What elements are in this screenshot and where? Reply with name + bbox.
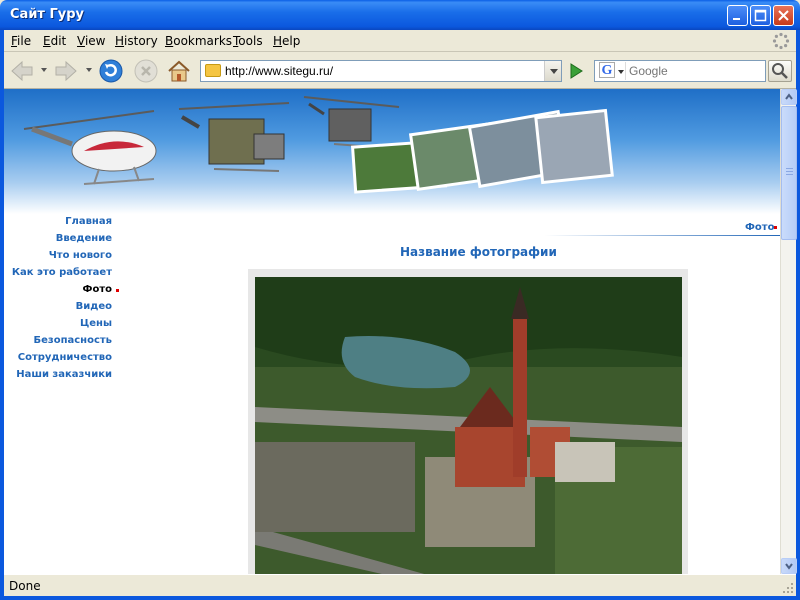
engine-dropdown-icon: [618, 70, 624, 74]
menu-tools[interactable]: Tools: [233, 34, 263, 48]
vertical-scrollbar[interactable]: [780, 89, 797, 574]
address-url[interactable]: http://www.sitegu.ru/: [225, 64, 333, 78]
minimize-icon: [733, 18, 740, 20]
sidebar-item-prices[interactable]: Цены: [80, 318, 112, 329]
page-viewport: Главная Введение Что нового Как это рабо…: [4, 89, 780, 574]
search-box[interactable]: G: [594, 60, 766, 82]
sidebar-item-main[interactable]: Главная: [65, 216, 112, 227]
menu-bar: File Edit View History Bookmarks Tools H…: [4, 30, 796, 52]
sidebar-item-customers[interactable]: Наши заказчики: [16, 369, 112, 380]
helicopter-image: [178, 102, 290, 172]
menu-edit[interactable]: Edit: [43, 34, 66, 48]
window-titlebar[interactable]: Сайт Гуру: [0, 0, 800, 30]
banner-graphic: [23, 96, 614, 194]
scroll-down-button[interactable]: [781, 558, 797, 574]
address-bar[interactable]: http://www.sitegu.ru/: [200, 60, 562, 82]
search-engine-selector[interactable]: G: [596, 62, 626, 80]
resize-grip-icon[interactable]: [782, 582, 794, 594]
chevron-down-icon: [785, 563, 793, 570]
helicopter-image: [303, 96, 400, 148]
sidebar-item-video[interactable]: Видео: [76, 301, 112, 312]
breadcrumb-divider: [544, 235, 780, 236]
scroll-up-button[interactable]: [781, 89, 797, 105]
window-frame-bottom: [0, 596, 800, 600]
close-button[interactable]: [773, 5, 794, 26]
back-icon[interactable]: [8, 57, 36, 85]
go-icon[interactable]: [566, 61, 586, 81]
google-icon: G: [599, 62, 615, 78]
sidebar-item-cooperation[interactable]: Сотрудничество: [18, 352, 112, 363]
menu-help[interactable]: Help: [273, 34, 300, 48]
breadcrumb-marker-icon: [774, 226, 777, 229]
status-text: Done: [9, 579, 41, 593]
sidebar-item-intro[interactable]: Введение: [56, 233, 112, 244]
back-dropdown-icon[interactable]: [41, 68, 47, 72]
search-button[interactable]: [768, 60, 792, 82]
stop-icon[interactable]: [132, 57, 160, 85]
reload-icon[interactable]: [97, 57, 125, 85]
throbber-icon: [772, 32, 790, 50]
status-bar: Done: [4, 574, 796, 596]
navigation-toolbar: http://www.sitegu.ru/ G: [4, 53, 796, 89]
menu-bookmarks[interactable]: Bookmarks: [165, 34, 232, 48]
chevron-up-icon: [785, 93, 793, 100]
active-marker-icon: [116, 289, 119, 292]
address-dropdown-icon[interactable]: [544, 61, 561, 81]
breadcrumb[interactable]: Фото: [745, 222, 774, 233]
photo-collage-image: [350, 108, 614, 194]
sidebar-item-safety[interactable]: Безопасность: [34, 335, 113, 346]
aerial-photo-image: [255, 277, 682, 574]
sidebar-item-how-works[interactable]: Как это работает: [12, 267, 112, 278]
window-title: Сайт Гуру: [10, 7, 85, 22]
close-icon: [778, 10, 789, 21]
site-banner: [4, 89, 780, 214]
menu-history[interactable]: History: [115, 34, 158, 48]
maximize-icon: [754, 9, 767, 22]
menu-file[interactable]: File: [11, 34, 31, 48]
menu-view[interactable]: View: [77, 34, 105, 48]
photo-title: Название фотографии: [400, 245, 557, 259]
forward-dropdown-icon[interactable]: [86, 68, 92, 72]
search-input[interactable]: [629, 63, 761, 79]
minimize-button[interactable]: [727, 5, 748, 26]
forward-icon[interactable]: [52, 57, 80, 85]
search-icon: [772, 63, 788, 79]
sidebar-item-whats-new[interactable]: Что нового: [49, 250, 112, 261]
helicopter-image: [23, 110, 157, 185]
folder-icon: [205, 64, 221, 77]
grip-line: [786, 171, 793, 172]
scroll-thumb[interactable]: [781, 106, 797, 240]
main-photo: [255, 277, 682, 574]
home-icon[interactable]: [165, 57, 193, 85]
maximize-button[interactable]: [750, 5, 771, 26]
grip-line: [786, 174, 793, 175]
sidebar-item-photo[interactable]: Фото: [83, 284, 112, 295]
grip-line: [786, 168, 793, 169]
